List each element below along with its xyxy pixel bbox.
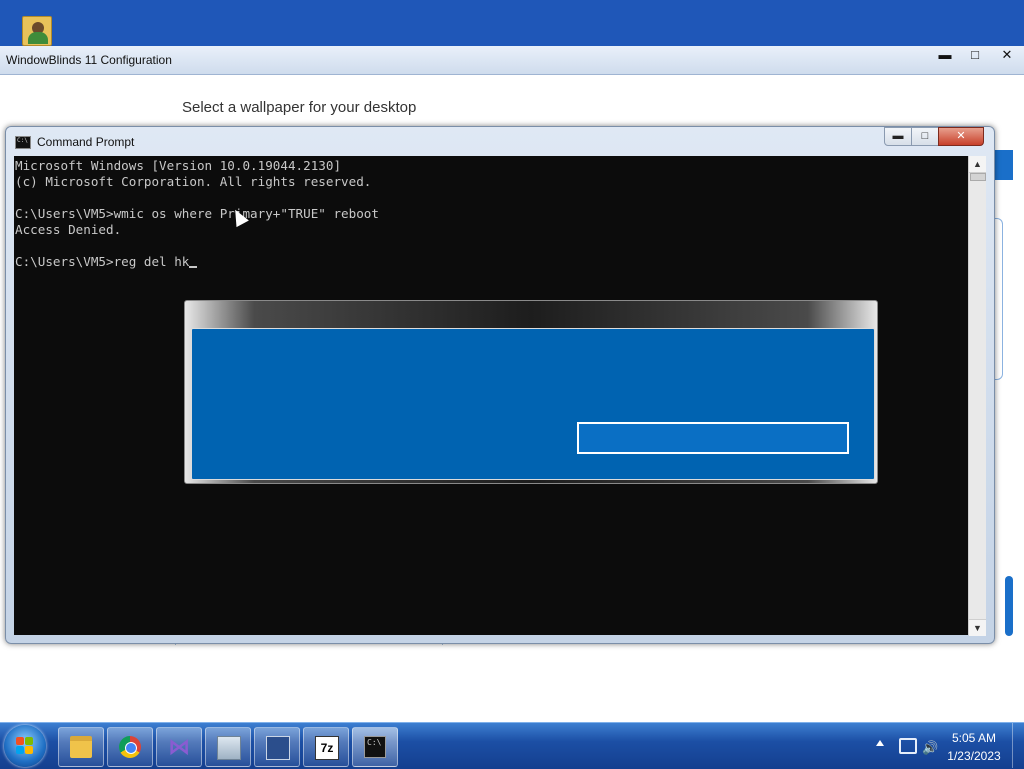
network-icon[interactable]: [899, 738, 917, 754]
7zip-icon: 7z: [315, 736, 339, 760]
side-tab-accent[interactable]: [993, 150, 1013, 180]
scrollbar-thumb[interactable]: [970, 173, 986, 181]
maximize-button[interactable]: □: [960, 46, 990, 66]
windowblinds-titlebar[interactable]: WindowBlinds 11 Configuration ▬ □ ✕: [0, 46, 1024, 75]
paint-tool-icon: [266, 736, 290, 760]
cmd-maximize-button[interactable]: □: [911, 127, 939, 146]
taskbar-chrome[interactable]: [107, 727, 153, 767]
cmd-window-icon: [15, 136, 31, 149]
page-subtitle: Select a wallpaper for your desktop: [182, 99, 417, 116]
cmd-minimize-button[interactable]: ▬: [884, 127, 912, 146]
person-body: [28, 32, 48, 44]
clock-time[interactable]: 5:05 AM: [946, 731, 1002, 745]
show-desktop-button[interactable]: [1012, 723, 1024, 768]
taskbar: ⋈ 7z C:\: [0, 722, 1024, 769]
desktop-user-folder-icon[interactable]: [22, 12, 52, 46]
start-orb-icon: [16, 737, 34, 755]
minimize-button[interactable]: ▬: [930, 46, 960, 66]
taskbar-photo-viewer[interactable]: [205, 727, 251, 767]
chrome-icon: [119, 736, 141, 758]
console-line: Access Denied.: [15, 222, 122, 237]
show-hidden-icons-icon[interactable]: [876, 740, 884, 746]
scroll-up-icon[interactable]: ▲: [969, 156, 986, 173]
console-line: (c) Microsoft Corporation. All rights re…: [15, 174, 372, 189]
console-input-line[interactable]: C:\Users\VM5>reg del hk: [15, 254, 198, 270]
console-line: Microsoft Windows [Version 10.0.19044.21…: [15, 158, 342, 173]
start-button[interactable]: [4, 725, 46, 767]
content-scrollbar-thumb[interactable]: [1005, 576, 1013, 636]
taskbar-paint-tool[interactable]: [254, 727, 300, 767]
text-cursor: [189, 266, 198, 268]
volume-icon[interactable]: 🔊: [922, 740, 938, 756]
taskbar-7zip[interactable]: 7z: [303, 727, 349, 767]
window-controls: ▬ □ ✕: [930, 46, 1024, 68]
taskbar-visual-studio[interactable]: ⋈: [156, 727, 202, 767]
chrome-center: [125, 742, 137, 754]
taskbar-file-explorer[interactable]: [58, 727, 104, 767]
blank-dialog: [184, 300, 878, 484]
visual-studio-icon: ⋈: [168, 734, 190, 759]
taskbar-command-prompt[interactable]: C:\: [352, 727, 398, 767]
scroll-down-icon[interactable]: ▼: [969, 619, 986, 636]
command-prompt-icon: C:\: [364, 736, 386, 758]
console-typed-command: C:\Users\VM5>reg del hk: [15, 254, 190, 269]
cmd-scrollbar[interactable]: ▲ ▼: [968, 156, 986, 636]
cmd-window-title: Command Prompt: [37, 135, 135, 149]
cmd-window-controls: ▬ □ ✕: [884, 127, 984, 146]
close-button[interactable]: ✕: [990, 46, 1024, 66]
console-line: C:\Users\VM5>wmic os where Primary+"TRUE…: [15, 206, 379, 221]
folder-icon: [70, 736, 92, 758]
dialog-body: [191, 328, 875, 480]
cmd-close-button[interactable]: ✕: [938, 127, 984, 146]
window-title: WindowBlinds 11 Configuration: [6, 53, 172, 67]
dialog-input-field[interactable]: [577, 422, 849, 454]
clock-date[interactable]: 1/23/2023: [944, 749, 1004, 763]
cmd-titlebar[interactable]: Command Prompt ▬ □ ✕: [6, 127, 994, 155]
photo-viewer-icon: [217, 736, 241, 760]
